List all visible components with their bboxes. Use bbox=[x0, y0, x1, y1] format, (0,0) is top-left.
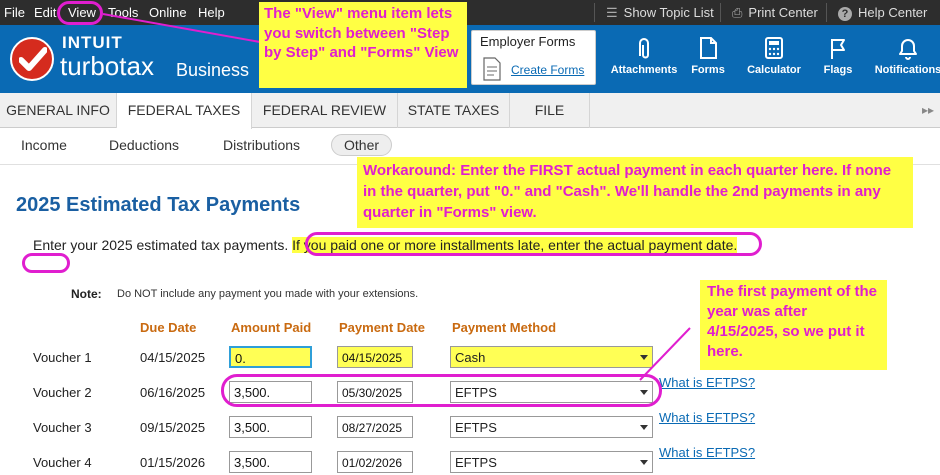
payment-method-value: EFTPS bbox=[455, 455, 497, 470]
what-is-eftps-link[interactable]: What is EFTPS? bbox=[659, 410, 755, 425]
dropdown-arrow-icon bbox=[640, 460, 648, 465]
view-menu-highlight-ring bbox=[57, 1, 103, 25]
notifications-label: Notifications bbox=[874, 64, 940, 76]
help-circle-icon: ? bbox=[838, 7, 852, 21]
tab-federal-review[interactable]: FEDERAL REVIEW bbox=[252, 93, 398, 128]
main-tabs: GENERAL INFO FEDERAL TAXES FEDERAL REVIE… bbox=[0, 93, 940, 129]
note-label: Note: bbox=[71, 287, 102, 301]
payment-date-input[interactable]: 08/27/2025 bbox=[337, 416, 413, 438]
due-date: 06/16/2025 bbox=[140, 385, 206, 400]
subtab-deductions[interactable]: Deductions bbox=[109, 137, 179, 153]
create-forms-link[interactable]: Create Forms bbox=[511, 63, 584, 77]
payment-date-input[interactable]: 01/02/2026 bbox=[337, 451, 413, 473]
amount-paid-input[interactable]: 3,500. bbox=[229, 451, 312, 473]
intro-highlight-ring-continued bbox=[22, 253, 70, 273]
printer-icon: ⎙ bbox=[732, 5, 743, 20]
payment-method-select[interactable]: EFTPS bbox=[450, 451, 653, 473]
amount-paid-input[interactable]: 3,500. bbox=[229, 416, 312, 438]
notifications-button[interactable]: Notifications bbox=[868, 36, 940, 76]
subtab-distributions[interactable]: Distributions bbox=[223, 137, 300, 153]
menu-help[interactable]: Help bbox=[198, 5, 225, 20]
column-header-payment-date: Payment Date bbox=[339, 320, 425, 335]
payment-method-value: EFTPS bbox=[455, 420, 497, 435]
due-date: 04/15/2025 bbox=[140, 350, 206, 365]
show-topic-list-label: Show Topic List bbox=[623, 5, 714, 20]
intro-plain: Enter your 2025 estimated tax payments. bbox=[33, 237, 293, 253]
payment-method-select[interactable]: EFTPS bbox=[450, 416, 653, 438]
page-title: 2025 Estimated Tax Payments bbox=[16, 194, 301, 216]
menu-online[interactable]: Online bbox=[149, 5, 187, 20]
view-menu-callout: The "View" menu item lets you switch bet… bbox=[259, 2, 467, 88]
employer-forms-panel: Employer Forms Create Forms bbox=[471, 30, 596, 85]
subtab-income[interactable]: Income bbox=[21, 137, 67, 153]
workaround-callout: Workaround: Enter the FIRST actual payme… bbox=[357, 157, 913, 228]
tab-federal-taxes[interactable]: FEDERAL TAXES bbox=[117, 93, 252, 129]
flags-label: Flags bbox=[823, 64, 853, 76]
brand-turbotax: turbotax bbox=[60, 51, 154, 81]
flag-icon bbox=[831, 39, 845, 59]
column-header-due-date: Due Date bbox=[140, 320, 197, 335]
expand-arrow-icon[interactable]: ▸▸ bbox=[922, 103, 934, 117]
tab-state-taxes[interactable]: STATE TAXES bbox=[398, 93, 510, 128]
divider bbox=[826, 3, 827, 22]
employer-forms-title: Employer Forms bbox=[480, 34, 576, 49]
voucher-2-highlight-ring bbox=[221, 374, 662, 407]
column-header-payment-method: Payment Method bbox=[452, 320, 557, 335]
column-header-amount-paid: Amount Paid bbox=[231, 320, 312, 335]
brand-intuit: INTUIT bbox=[62, 33, 123, 52]
show-topic-list-button[interactable]: ☰ Show Topic List bbox=[606, 5, 714, 21]
menu-tools[interactable]: Tools bbox=[108, 5, 138, 20]
tab-general-info[interactable]: GENERAL INFO bbox=[0, 93, 117, 128]
list-icon: ☰ bbox=[606, 5, 618, 20]
first-payment-callout: The first payment of the year was after … bbox=[700, 280, 887, 370]
payment-date-input[interactable]: 04/15/2025 bbox=[337, 346, 413, 368]
brand-business: Business bbox=[176, 60, 250, 80]
intro-highlight-ring bbox=[305, 232, 762, 256]
voucher-label: Voucher 4 bbox=[33, 455, 92, 470]
payment-method-select[interactable]: Cash bbox=[450, 346, 653, 368]
what-is-eftps-link[interactable]: What is EFTPS? bbox=[659, 445, 755, 460]
due-date: 09/15/2025 bbox=[140, 420, 206, 435]
turbotax-logo-icon bbox=[10, 37, 54, 81]
help-center-button[interactable]: ? Help Center bbox=[838, 5, 927, 21]
voucher-label: Voucher 2 bbox=[33, 385, 92, 400]
due-date: 01/15/2026 bbox=[140, 455, 206, 470]
tab-file[interactable]: FILE bbox=[510, 93, 590, 128]
voucher-label: Voucher 3 bbox=[33, 420, 92, 435]
document-icon bbox=[483, 57, 501, 81]
menu-bar: File Edit View Tools Online Help ☰ Show T… bbox=[0, 0, 940, 25]
print-center-label: Print Center bbox=[748, 5, 818, 20]
print-center-button[interactable]: ⎙ Print Center bbox=[732, 5, 818, 21]
divider bbox=[594, 3, 595, 22]
menu-file[interactable]: File bbox=[4, 5, 25, 20]
divider bbox=[720, 3, 721, 22]
help-center-label: Help Center bbox=[858, 5, 928, 20]
flags-button[interactable]: Flags bbox=[798, 36, 878, 76]
amount-paid-input[interactable]: 0. bbox=[229, 346, 312, 368]
what-is-eftps-link[interactable]: What is EFTPS? bbox=[659, 375, 755, 390]
note-text: Do NOT include any payment you made with… bbox=[117, 288, 419, 300]
voucher-label: Voucher 1 bbox=[33, 350, 92, 365]
payment-method-value: Cash bbox=[455, 350, 486, 365]
dropdown-arrow-icon bbox=[640, 425, 648, 430]
menu-edit[interactable]: Edit bbox=[34, 5, 56, 20]
subtab-other[interactable]: Other bbox=[331, 134, 393, 156]
dropdown-arrow-icon bbox=[640, 355, 648, 360]
bell-icon bbox=[899, 39, 917, 60]
